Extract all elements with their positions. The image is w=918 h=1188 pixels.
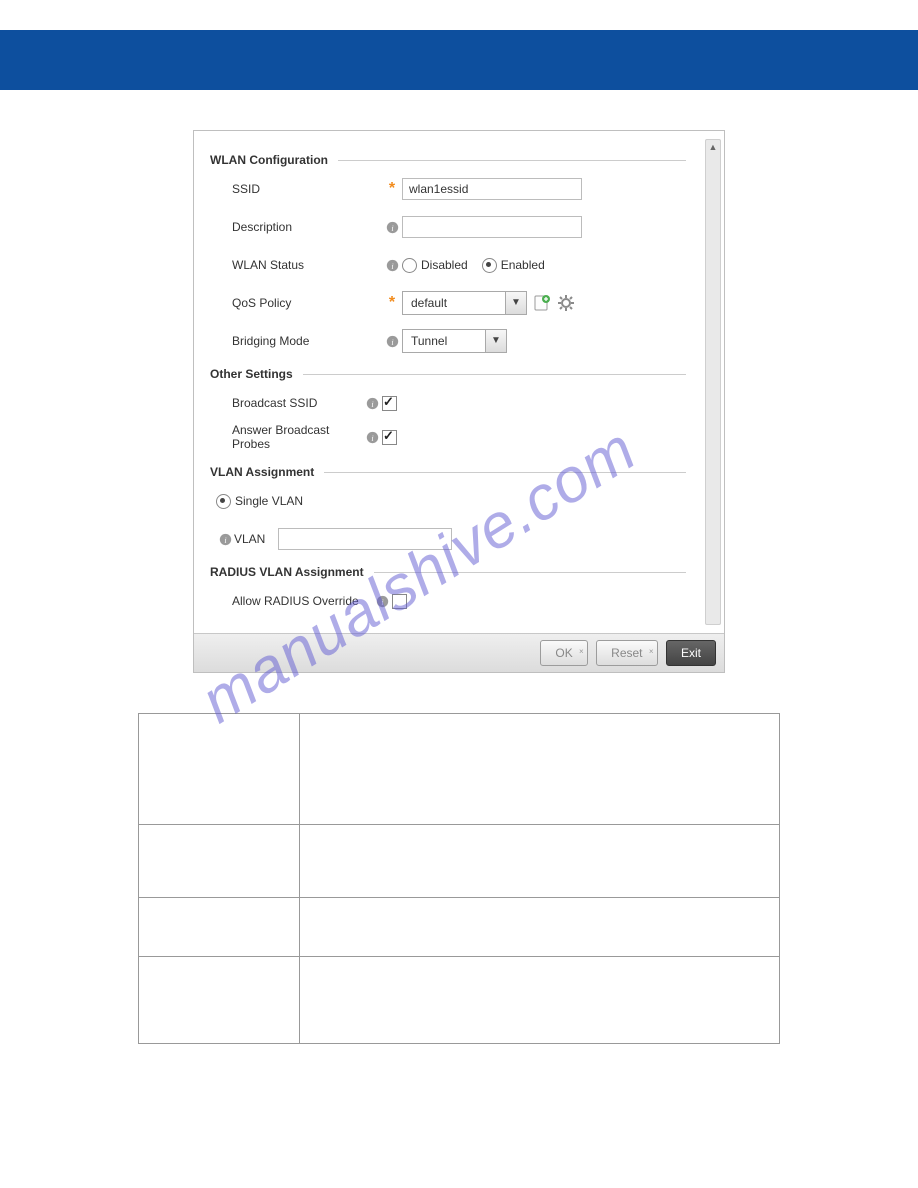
status-enabled-radio[interactable] [482, 258, 497, 273]
allow-radius-override-label: Allow RADIUS Override [232, 594, 372, 608]
wlan-config-dialog: ▲ WLAN Configuration SSID * Description … [193, 130, 725, 673]
section-title: VLAN Assignment [210, 465, 314, 479]
section-vlan-assignment: VLAN Assignment [210, 465, 708, 479]
row-vlan: i VLAN [216, 527, 708, 551]
add-policy-icon[interactable] [533, 294, 551, 312]
section-divider [338, 160, 686, 161]
vlan-input[interactable] [278, 528, 452, 550]
broadcast-ssid-checkbox[interactable] [382, 396, 397, 411]
qos-policy-label: QoS Policy [232, 296, 382, 310]
svg-text:i: i [391, 224, 393, 233]
svg-text:i: i [391, 338, 393, 347]
section-title: Other Settings [210, 367, 293, 381]
chevron-down-icon[interactable]: ▼ [485, 330, 506, 352]
qos-policy-value: default [403, 292, 505, 314]
section-divider [324, 472, 686, 473]
page-header-banner [0, 30, 918, 90]
table-row [139, 897, 779, 956]
row-broadcast-ssid: Broadcast SSID i [232, 391, 708, 415]
bridging-mode-value: Tunnel [403, 330, 485, 352]
info-icon[interactable]: i [366, 397, 379, 410]
status-disabled-label: Disabled [421, 258, 468, 272]
qos-policy-select[interactable]: default ▼ [402, 291, 527, 315]
svg-text:i: i [371, 434, 373, 443]
ssid-label: SSID [232, 182, 382, 196]
bridging-mode-label: Bridging Mode [232, 334, 382, 348]
section-divider [374, 572, 686, 573]
row-wlan-status: WLAN Status i Disabled Enabled [232, 253, 708, 277]
section-title: WLAN Configuration [210, 153, 328, 167]
description-input[interactable] [402, 216, 582, 238]
reset-button[interactable]: Reset× [596, 640, 657, 666]
close-icon: × [579, 640, 584, 664]
section-divider [303, 374, 686, 375]
single-vlan-label: Single VLAN [235, 494, 303, 508]
row-qos-policy: QoS Policy * default ▼ [232, 291, 708, 315]
single-vlan-radio[interactable] [216, 494, 231, 509]
scroll-up-icon[interactable]: ▲ [707, 141, 719, 153]
exit-button[interactable]: Exit [666, 640, 716, 666]
svg-text:i: i [371, 400, 373, 409]
info-icon[interactable]: i [219, 533, 232, 546]
description-label: Description [232, 220, 382, 234]
info-icon[interactable]: i [366, 431, 379, 444]
dialog-footer: OK× Reset× Exit [194, 633, 724, 672]
svg-text:i: i [381, 598, 383, 607]
row-answer-probes: Answer Broadcast Probes i [232, 423, 708, 451]
section-radius-vlan: RADIUS VLAN Assignment [210, 565, 708, 579]
info-icon[interactable]: i [386, 335, 399, 348]
answer-probes-checkbox[interactable] [382, 430, 397, 445]
section-title: RADIUS VLAN Assignment [210, 565, 364, 579]
row-single-vlan: Single VLAN [216, 489, 708, 513]
close-icon: × [649, 640, 654, 664]
row-description: Description i [232, 215, 708, 239]
row-allow-radius-override: Allow RADIUS Override i [232, 589, 708, 613]
status-enabled-label: Enabled [501, 258, 545, 272]
svg-text:i: i [391, 262, 393, 271]
row-ssid: SSID * [232, 177, 708, 201]
wlan-status-label: WLAN Status [232, 258, 382, 272]
required-icon: * [389, 294, 395, 311]
chevron-down-icon[interactable]: ▼ [505, 292, 526, 314]
vlan-label: VLAN [234, 532, 278, 546]
row-bridging-mode: Bridging Mode i Tunnel ▼ [232, 329, 708, 353]
table-row [139, 956, 779, 1043]
description-table [138, 713, 780, 1044]
section-other-settings: Other Settings [210, 367, 708, 381]
info-icon[interactable]: i [386, 259, 399, 272]
table-row [139, 714, 779, 824]
svg-text:i: i [224, 536, 226, 545]
scrollbar[interactable]: ▲ [705, 139, 721, 625]
section-wlan-configuration: WLAN Configuration [210, 153, 708, 167]
ok-button[interactable]: OK× [540, 640, 587, 666]
answer-probes-label: Answer Broadcast Probes [232, 423, 362, 451]
status-disabled-radio[interactable] [402, 258, 417, 273]
bridging-mode-select[interactable]: Tunnel ▼ [402, 329, 507, 353]
allow-radius-override-checkbox[interactable] [392, 594, 407, 609]
gear-icon[interactable] [557, 294, 575, 312]
table-row [139, 824, 779, 897]
ssid-input[interactable] [402, 178, 582, 200]
required-icon: * [389, 180, 395, 197]
info-icon[interactable]: i [386, 221, 399, 234]
info-icon[interactable]: i [376, 595, 389, 608]
broadcast-ssid-label: Broadcast SSID [232, 396, 362, 410]
